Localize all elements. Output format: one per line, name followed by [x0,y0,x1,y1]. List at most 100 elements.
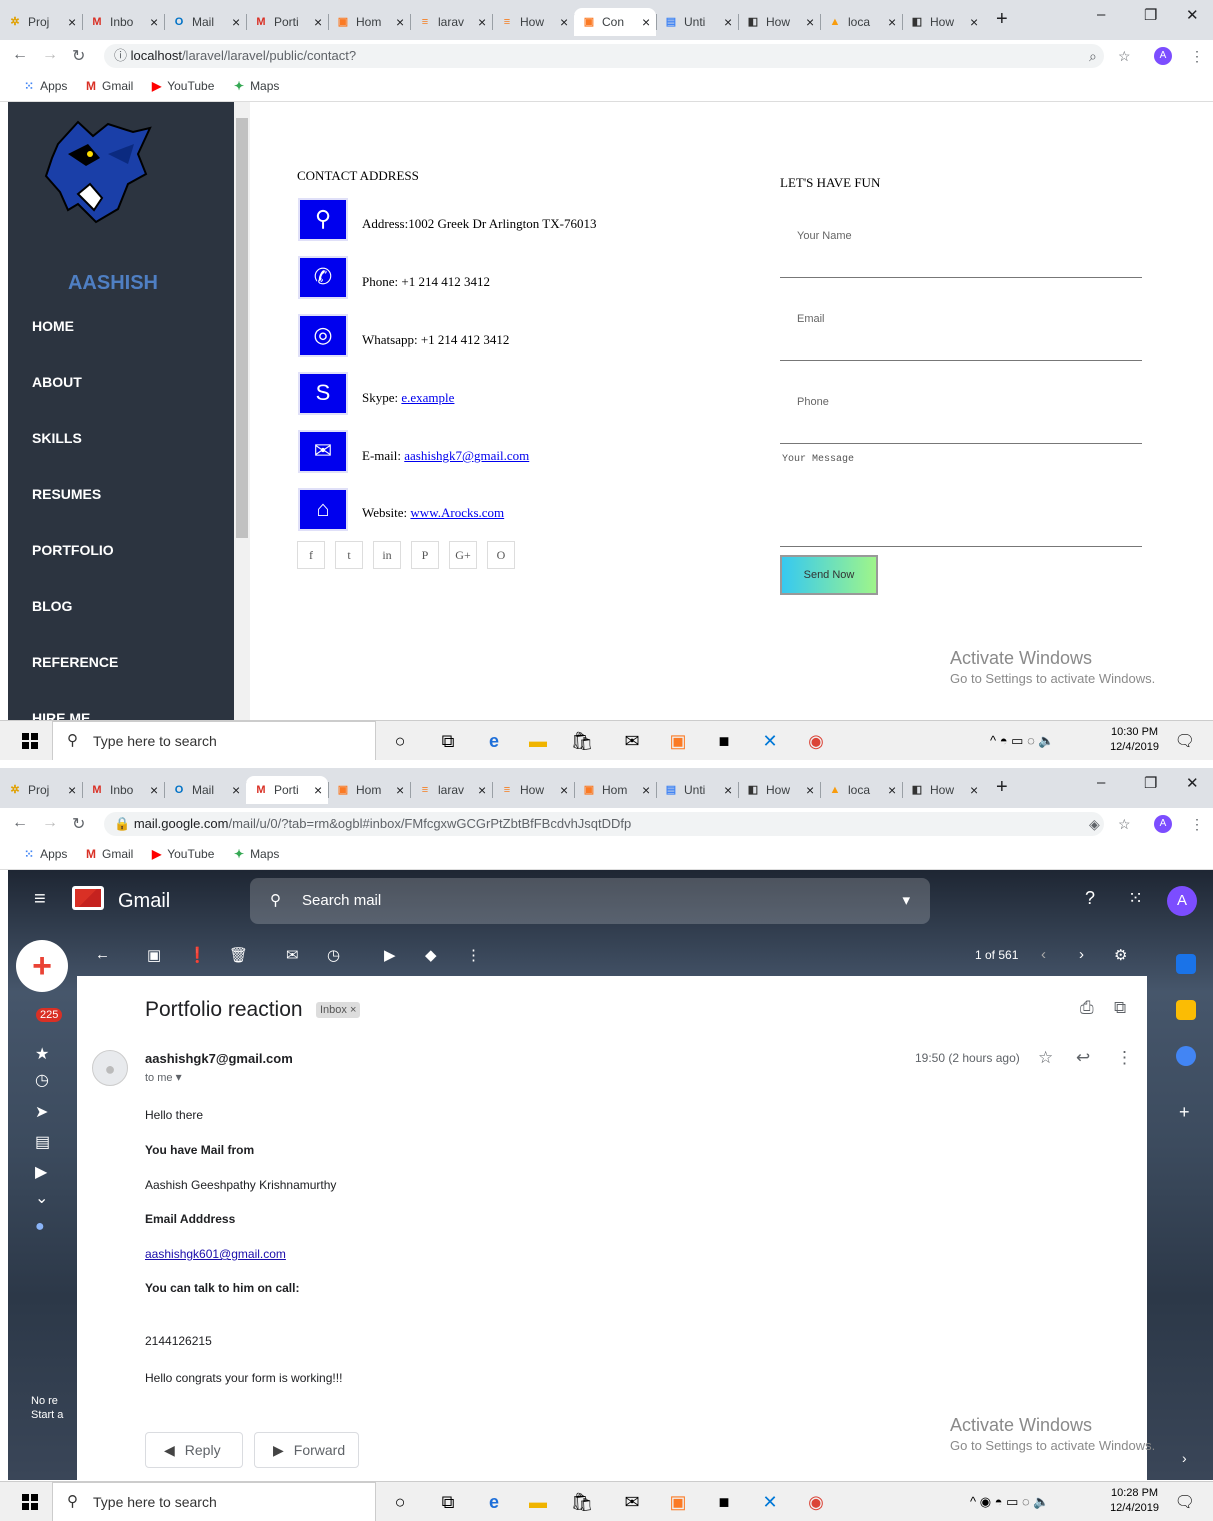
nav-resumes[interactable]: RESUMES [32,486,101,502]
help-icon[interactable]: ? [1085,888,1095,909]
reload-icon[interactable]: ↻ [72,46,85,66]
close-tab-icon[interactable]: × [560,14,568,30]
website-link[interactable]: www.Arocks.com [410,505,504,520]
cortana-icon[interactable]: ○ [388,729,412,753]
sidebar-scrollbar[interactable] [234,102,250,720]
xampp-icon[interactable]: ▣ [666,729,690,753]
tray-icons[interactable]: ^ ◓ ▭ ◌ 🔈 [990,733,1055,749]
browser-tab[interactable]: ▣ Con × [574,8,656,36]
chrome-icon[interactable]: ◉ [804,729,828,753]
nav-reference[interactable]: REFERENCE [32,654,118,670]
send-now-button[interactable]: Send Now [780,555,878,595]
info-icon[interactable]: ⓘ [114,48,131,63]
report-spam-icon[interactable]: ❗ [188,946,207,964]
browser-tab[interactable]: ◧ How × [738,8,820,36]
close-tab-icon[interactable]: × [232,782,240,798]
task-view-icon[interactable]: ⧉ [436,1490,460,1514]
scrollbar-thumb[interactable] [236,118,248,538]
edge-icon[interactable]: e [482,1490,506,1514]
more-actions-icon[interactable]: ⋮ [466,946,481,964]
new-tab-icon[interactable]: + [996,8,1008,31]
open-new-window-icon[interactable]: ⧉ [1114,998,1126,1018]
minimize-icon[interactable]: – [1097,6,1105,23]
skype-link[interactable]: e.example [401,390,454,405]
reply-button[interactable]: ◀ Reply [145,1432,243,1468]
taskbar-search[interactable]: ⚲ Type here to search [52,721,376,760]
restore-icon[interactable]: ❐ [1144,6,1157,24]
bookmark-youtube[interactable]: ▶ YouTube [152,79,214,93]
zoom-icon[interactable]: ⌕ [1089,48,1097,65]
browser-tab[interactable]: ▣ Hom × [328,8,410,36]
label-icon[interactable]: ▶ [35,1162,47,1182]
email-link[interactable]: aashishgk7@gmail.com [404,448,529,463]
browser-tab[interactable]: M Porti × [246,8,328,36]
taskbar-clock[interactable]: 10:28 PM 12/4/2019 [1110,1486,1159,1516]
compose-button[interactable]: + [16,940,68,992]
browser-tab[interactable]: M Inbo × [82,776,164,804]
more-options-icon[interactable]: ⋮ [1116,1048,1133,1068]
taskbar-search[interactable]: ⚲ Type here to search [52,1482,376,1521]
search-options-icon[interactable]: ▾ [902,878,910,924]
browser-tab[interactable]: ≡ How × [492,776,574,804]
browser-tab[interactable]: ▣ Hom × [328,776,410,804]
close-window-icon[interactable]: ✕ [1186,6,1199,24]
close-tab-icon[interactable]: × [970,14,978,30]
mail-icon[interactable]: ✉ [620,1490,644,1514]
bookmark-maps[interactable]: ✦ Maps [234,847,279,861]
close-tab-icon[interactable]: × [642,14,650,30]
close-tab-icon[interactable]: × [724,782,732,798]
body-email-link[interactable]: aashishgk601@gmail.com [145,1247,286,1261]
cortana-icon[interactable]: ○ [388,1490,412,1514]
windows-start-icon[interactable] [22,733,38,749]
facebook-icon[interactable]: f [297,541,325,569]
nav-skills[interactable]: SKILLS [32,430,82,446]
reload-icon[interactable]: ↻ [72,814,85,834]
back-icon[interactable]: ← [12,46,28,64]
close-tab-icon[interactable]: × [642,782,650,798]
bookmark-gmail[interactable]: M Gmail [86,847,133,861]
minimize-icon[interactable]: – [1097,774,1105,791]
browser-tab[interactable]: ◧ How × [902,776,984,804]
bookmark-maps[interactable]: ✦ Maps [234,79,279,93]
browser-tab[interactable]: ▲ loca × [820,776,902,804]
close-tab-icon[interactable]: × [396,14,404,30]
recipient-details[interactable]: to me ▾ [145,1070,182,1084]
archive-icon[interactable]: ▣ [147,946,161,964]
mark-unread-icon[interactable]: ✉ [286,946,299,964]
labels-icon[interactable]: ◆ [425,946,437,964]
store-icon[interactable]: 🛍 [570,729,594,753]
terminal-icon[interactable]: ■ [712,729,736,753]
older-chevron-icon[interactable]: › [1079,946,1084,963]
circle-social-icon[interactable]: O [487,541,515,569]
nav-hire-me[interactable]: HIRE ME [32,710,90,720]
browser-menu-icon[interactable]: ⋮ [1190,816,1204,833]
add-addon-icon[interactable]: + [1179,1102,1190,1123]
nav-home[interactable]: HOME [32,318,74,334]
message-textarea[interactable]: Your Message [780,454,1142,547]
url-field[interactable]: 🔒 mail.google.com/mail/u/0/?tab=rm&ogbl#… [104,812,1104,836]
browser-tab[interactable]: ≡ How × [492,8,574,36]
mail-icon[interactable]: ✉ [620,729,644,753]
tasks-icon[interactable] [1176,1046,1196,1066]
email-input[interactable]: Email [780,313,1142,361]
main-menu-icon[interactable]: ≡ [34,888,46,911]
extension-icon[interactable]: ◈ [1089,816,1100,833]
close-tab-icon[interactable]: × [724,14,732,30]
close-tab-icon[interactable]: × [888,14,896,30]
bookmark-youtube[interactable]: ▶ YouTube [152,847,214,861]
phone-input[interactable]: Phone [780,396,1142,444]
windows-start-icon[interactable] [22,1494,38,1510]
google-plus-icon[interactable]: G+ [449,541,477,569]
close-tab-icon[interactable]: × [150,14,158,30]
restore-icon[interactable]: ❐ [1144,774,1157,792]
close-tab-icon[interactable]: × [478,14,486,30]
store-icon[interactable]: 🛍 [570,1490,594,1514]
keep-icon[interactable] [1176,1000,1196,1020]
nav-portfolio[interactable]: PORTFOLIO [32,542,114,558]
notification-icon[interactable]: 🗨 [1175,731,1195,751]
task-view-icon[interactable]: ⧉ [436,729,460,753]
delete-icon[interactable]: 🗑 [229,946,248,964]
snooze-icon[interactable]: ◷ [327,946,340,964]
back-to-inbox-icon[interactable]: ← [95,946,110,963]
reply-icon[interactable]: ↩ [1076,1048,1090,1068]
